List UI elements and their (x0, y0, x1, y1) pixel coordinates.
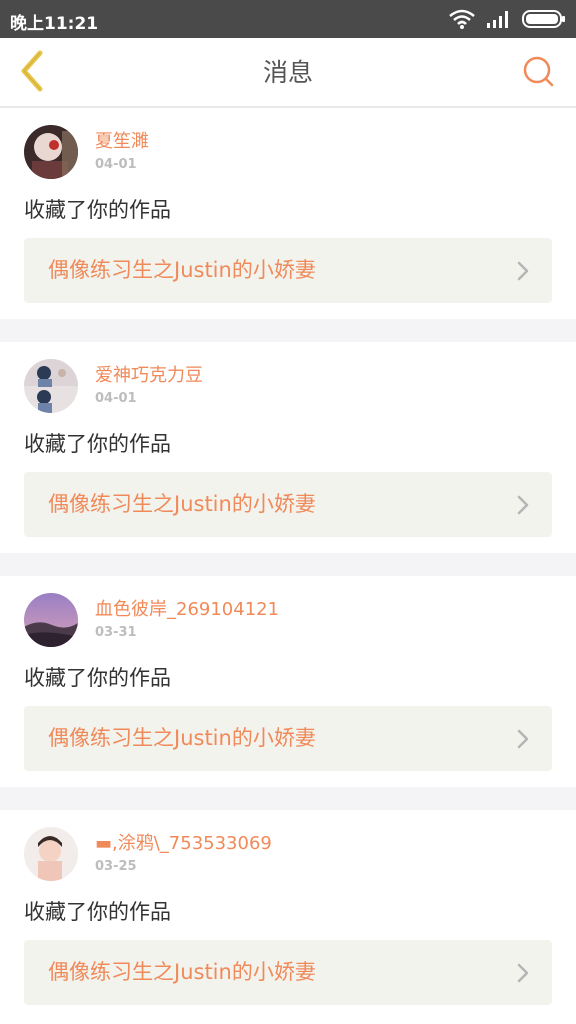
chevron-right-icon (516, 260, 530, 282)
signal-icon (486, 9, 512, 29)
work-link[interactable]: 偶像练习生之Justin的小娇妻 (24, 472, 552, 537)
chevron-left-icon (18, 50, 46, 96)
page-title: 消息 (262, 58, 313, 87)
action-text: 收藏了你的作品 (24, 900, 171, 924)
message-date: 03-31 (95, 625, 137, 640)
message-card: 爱神巧克力豆 04-01 收藏了你的作品 偶像练习生之Justin的小娇妻 (0, 342, 576, 553)
separator (0, 553, 576, 576)
avatar[interactable] (24, 593, 78, 647)
work-title: 偶像练习生之Justin的小娇妻 (48, 492, 316, 516)
message-date: 04-01 (95, 391, 137, 406)
message-list: 夏笙濉 04-01 收藏了你的作品 偶像练习生之Justin的小娇妻 爱神巧克力… (0, 108, 576, 1021)
message-card: 血色彼岸_269104121 03-31 收藏了你的作品 偶像练习生之Justi… (0, 576, 576, 787)
work-title: 偶像练习生之Justin的小娇妻 (48, 726, 316, 750)
message-card: ▬,涂鸦\_753533069 03-25 收藏了你的作品 偶像练习生之Just… (0, 810, 576, 1021)
separator (0, 787, 576, 810)
status-time: 晚上11:21 (10, 14, 99, 34)
chevron-right-icon (516, 962, 530, 984)
work-title: 偶像练习生之Justin的小娇妻 (48, 258, 316, 282)
status-icons (448, 6, 566, 32)
action-text: 收藏了你的作品 (24, 666, 171, 690)
search-icon (521, 54, 555, 92)
action-text: 收藏了你的作品 (24, 432, 171, 456)
avatar[interactable] (24, 359, 78, 413)
message-card: 夏笙濉 04-01 收藏了你的作品 偶像练习生之Justin的小娇妻 (0, 108, 576, 319)
separator (0, 319, 576, 342)
work-title: 偶像练习生之Justin的小娇妻 (48, 960, 316, 984)
work-link[interactable]: 偶像练习生之Justin的小娇妻 (24, 706, 552, 771)
username[interactable]: 爱神巧克力豆 (95, 361, 203, 387)
chevron-right-icon (516, 728, 530, 750)
username[interactable]: 血色彼岸_269104121 (95, 595, 279, 621)
work-link[interactable]: 偶像练习生之Justin的小娇妻 (24, 238, 552, 303)
back-button[interactable] (12, 50, 52, 96)
message-date: 03-25 (95, 859, 137, 874)
search-button[interactable] (520, 55, 556, 91)
username[interactable]: 夏笙濉 (95, 127, 149, 153)
wifi-icon (448, 8, 476, 30)
chevron-right-icon (516, 494, 530, 516)
avatar[interactable] (24, 827, 78, 881)
action-text: 收藏了你的作品 (24, 198, 171, 222)
work-link[interactable]: 偶像练习生之Justin的小娇妻 (24, 940, 552, 1005)
avatar[interactable] (24, 125, 78, 179)
status-bar: 晚上11:21 (0, 0, 576, 38)
battery-icon (522, 9, 566, 29)
header: 消息 (0, 38, 576, 108)
message-date: 04-01 (95, 157, 137, 172)
username[interactable]: ▬,涂鸦\_753533069 (95, 829, 272, 855)
